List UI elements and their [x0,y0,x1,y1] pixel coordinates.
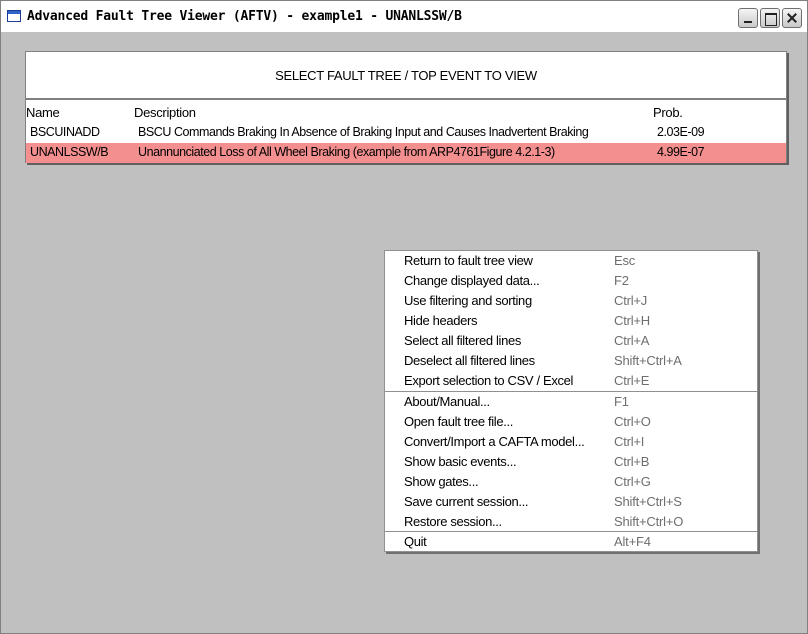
menu-item-shortcut: Ctrl+A [614,333,650,348]
menu-item-label: Use filtering and sorting [404,293,532,308]
menu-item-shortcut: F2 [614,273,629,288]
menu-item-show-gates[interactable]: Show gates... Ctrl+G [385,472,757,492]
column-header-name[interactable]: Name [26,105,60,120]
fault-tree-selection-panel: SELECT FAULT TREE / TOP EVENT TO VIEW Na… [25,51,787,163]
menu-item-return-to-fault-tree-view[interactable]: Return to fault tree view Esc [385,251,757,271]
menu-item-label: Convert/Import a CAFTA model... [404,434,585,449]
menu-item-label: Hide headers [404,313,478,328]
menu-item-show-basic-events[interactable]: Show basic events... Ctrl+B [385,452,757,472]
menu-item-shortcut: Shift+Ctrl+O [614,514,684,529]
menu-item-quit[interactable]: Quit Alt+F4 [385,532,757,552]
menu-item-label: Show gates... [404,474,479,489]
menu-item-shortcut: Ctrl+J [614,293,648,308]
menu-item-shortcut: Alt+F4 [614,534,651,549]
menu-item-label: Save current session... [404,494,529,509]
menu-item-shortcut: Shift+Ctrl+A [614,353,682,368]
title-bar[interactable]: Advanced Fault Tree Viewer (AFTV) - exam… [1,1,807,33]
menu-item-about-manual[interactable]: About/Manual... F1 [385,392,757,412]
menu-item-save-current-session[interactable]: Save current session... Shift+Ctrl+S [385,492,757,512]
minimize-button[interactable] [738,8,758,28]
panel-header: SELECT FAULT TREE / TOP EVENT TO VIEW [26,52,786,100]
row-description: Unannunciated Loss of All Wheel Braking … [138,145,555,159]
table-row[interactable]: BSCUINADD BSCU Commands Braking In Absen… [26,123,786,143]
menu-item-convert-import-cafta-model[interactable]: Convert/Import a CAFTA model... Ctrl+I [385,432,757,452]
menu-item-shortcut: Ctrl+B [614,454,650,469]
table-row-selected[interactable]: UNANLSSW/B Unannunciated Loss of All Whe… [26,143,786,163]
menu-item-shortcut: Ctrl+G [614,474,651,489]
close-button[interactable] [782,8,802,28]
menu-item-select-all-filtered-lines[interactable]: Select all filtered lines Ctrl+A [385,331,757,351]
menu-item-label: Restore session... [404,514,502,529]
menu-item-shortcut: Ctrl+H [614,313,650,328]
column-header-description[interactable]: Description [134,105,196,120]
menu-item-label: Deselect all filtered lines [404,353,535,368]
menu-item-hide-headers[interactable]: Hide headers Ctrl+H [385,311,757,331]
menu-item-label: Export selection to CSV / Excel [404,373,574,388]
row-name: BSCUINADD [30,125,100,139]
row-prob: 4.99E-07 [657,145,705,159]
menu-item-deselect-all-filtered-lines[interactable]: Deselect all filtered lines Shift+Ctrl+A [385,351,757,371]
menu-item-open-fault-tree-file[interactable]: Open fault tree file... Ctrl+O [385,412,757,432]
app-window: Advanced Fault Tree Viewer (AFTV) - exam… [0,0,808,634]
maximize-button[interactable] [760,8,780,28]
menu-item-label: Change displayed data... [404,273,540,288]
column-header-prob[interactable]: Prob. [653,105,683,120]
menu-item-change-displayed-data[interactable]: Change displayed data... F2 [385,271,757,291]
menu-item-label: Select all filtered lines [404,333,521,348]
app-window-icon [7,10,21,22]
context-menu: Return to fault tree view Esc Change dis… [384,250,758,552]
menu-item-label: Quit [404,534,427,549]
menu-item-shortcut: Ctrl+E [614,373,650,388]
menu-item-shortcut: Ctrl+O [614,414,651,429]
menu-item-restore-session[interactable]: Restore session... Shift+Ctrl+O [385,512,757,532]
menu-item-shortcut: Ctrl+I [614,434,645,449]
menu-item-export-selection-to-csv[interactable]: Export selection to CSV / Excel Ctrl+E [385,371,757,391]
row-name: UNANLSSW/B [30,145,109,159]
menu-item-shortcut: F1 [614,394,629,409]
menu-item-label: Show basic events... [404,454,517,469]
menu-item-shortcut: Esc [614,253,636,268]
menu-item-use-filtering-and-sorting[interactable]: Use filtering and sorting Ctrl+J [385,291,757,311]
menu-item-label: Return to fault tree view [404,253,533,268]
menu-item-shortcut: Shift+Ctrl+S [614,494,682,509]
row-description: BSCU Commands Braking In Absence of Brak… [138,125,589,139]
menu-item-label: About/Manual... [404,394,490,409]
menu-item-label: Open fault tree file... [404,414,514,429]
row-prob: 2.03E-09 [657,125,705,139]
window-title: Advanced Fault Tree Viewer (AFTV) - exam… [27,9,462,24]
